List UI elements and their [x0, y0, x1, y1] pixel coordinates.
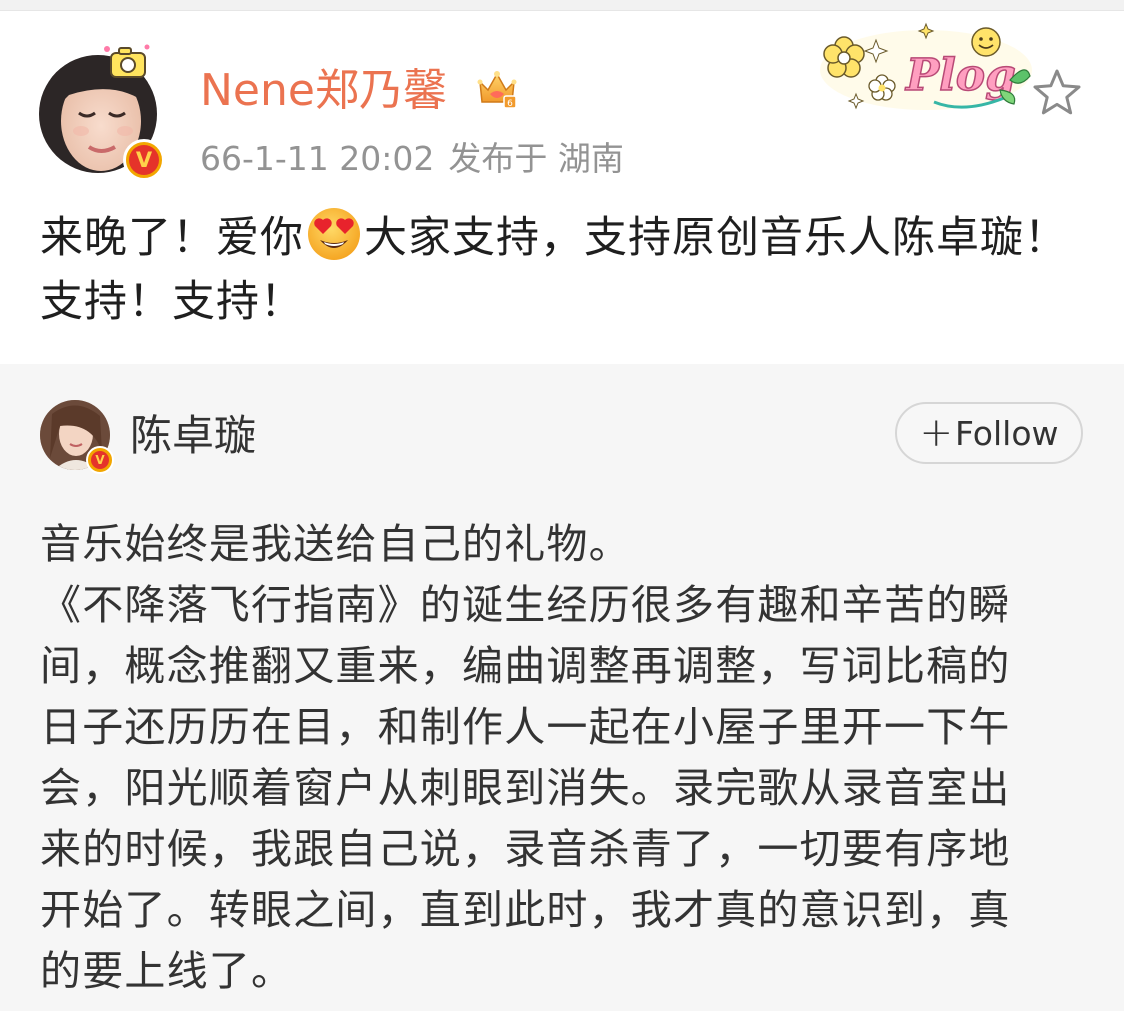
repost-author-name[interactable]: 陈卓璇 — [130, 410, 256, 462]
verified-badge-icon: V — [123, 139, 165, 181]
follow-button[interactable]: + Follow — [895, 402, 1083, 464]
post-content: 来晚了！爱你 大家支持，支持原创音乐人陈卓璇！支持！支持！ — [40, 206, 1090, 334]
svg-text:Plog: Plog — [904, 50, 1016, 101]
repost-author-avatar[interactable]: V — [40, 400, 114, 474]
plus-icon: + — [919, 410, 953, 456]
post-text-part1: 来晚了！爱你 — [40, 213, 304, 263]
weibo-post-page: V Nene郑乃馨 6 66-1-11 20:02 发布于 湖南 Plog 来晚… — [0, 0, 1124, 1011]
post-location: 发布于 湖南 — [448, 139, 624, 178]
reposted-card[interactable]: V 陈卓璇 + Follow 音乐始终是我送给自己的礼物。 《不降落飞行指南》的诞… — [0, 364, 1124, 1011]
top-divider — [0, 0, 1124, 11]
heart-eyes-emoji-icon — [308, 208, 360, 260]
repost-paragraph: 音乐始终是我送给自己的礼物。 — [40, 520, 631, 568]
plog-sticker-icon: Plog — [820, 22, 1032, 110]
author-avatar[interactable]: V — [39, 44, 165, 181]
repost-content: 音乐始终是我送给自己的礼物。 《不降落飞行指南》的诞生经历很多有趣和辛苦的瞬间，… — [40, 514, 1052, 1002]
follow-button-label: Follow — [955, 413, 1059, 453]
crown-icon: 6 — [477, 71, 517, 109]
svg-text:6: 6 — [507, 99, 513, 109]
repost-verified-badge-icon: V — [86, 446, 114, 474]
post-meta: 66-1-11 20:02 发布于 湖南 — [200, 138, 624, 180]
author-name[interactable]: Nene郑乃馨 — [200, 64, 447, 118]
repost-paragraph: 《不降落飞行指南》的诞生经历很多有趣和辛苦的瞬间，概念推翻又重来，编曲调整再调整… — [40, 581, 1011, 995]
camera-sticker-icon — [104, 44, 150, 78]
favorite-star-icon[interactable] — [1030, 66, 1084, 120]
post-timestamp: 66-1-11 20:02 — [200, 139, 435, 178]
